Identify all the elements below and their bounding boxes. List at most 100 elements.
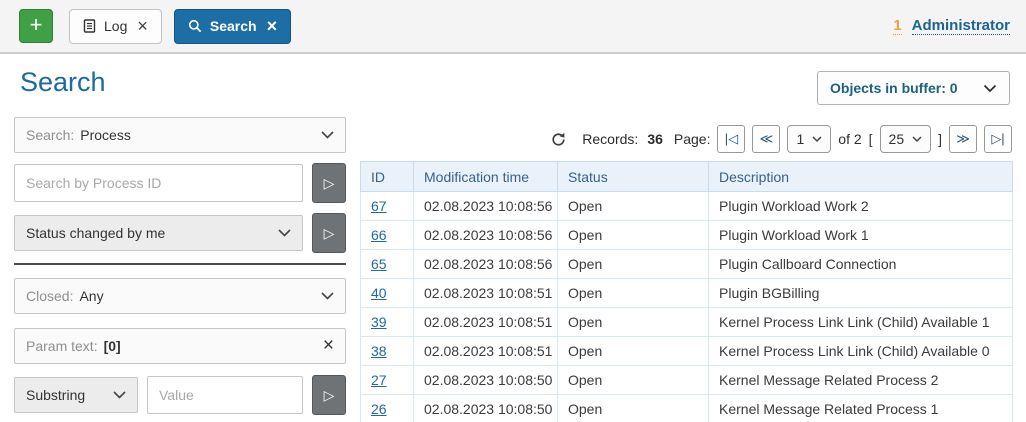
records-label: Records: [582,131,638,147]
cell-description: Plugin Callboard Connection [709,250,1013,279]
add-tab-button[interactable]: + [19,9,53,43]
column-header-status[interactable]: Status [558,162,709,192]
cell-description: Plugin Workload Work 1 [709,221,1013,250]
first-page-button[interactable]: |◁ [717,125,745,153]
next-page-button[interactable]: ≫ [949,125,977,153]
table-row: 27 02.08.2023 10:08:50 Open Kernel Messa… [361,366,1013,395]
param-text-filter[interactable]: Param text: [0] × [14,328,346,364]
refresh-icon[interactable] [550,131,567,148]
process-id-input[interactable] [14,164,303,202]
tab-search[interactable]: Search × [174,9,291,44]
search-type-value: Process [80,127,131,143]
cell-status: Open [558,395,709,422]
cell-status: Open [558,279,709,308]
process-id-link[interactable]: 67 [371,198,387,214]
table-row: 67 02.08.2023 10:08:56 Open Plugin Workl… [361,192,1013,221]
process-id-link[interactable]: 39 [371,314,387,330]
close-icon[interactable]: × [267,17,278,35]
cell-modification-time: 02.08.2023 10:08:51 [414,308,558,337]
cell-status: Open [558,337,709,366]
cell-status: Open [558,192,709,221]
chevron-down-icon [113,391,126,399]
page-title: Search [20,67,106,98]
table-row: 39 02.08.2023 10:08:51 Open Kernel Proce… [361,308,1013,337]
last-page-button[interactable]: ▷| [984,125,1012,153]
cell-id: 66 [361,221,414,250]
cell-description: Kernel Message Related Process 2 [709,366,1013,395]
prev-page-button[interactable]: ≪ [752,125,780,153]
param-text-label: Param text: [26,338,98,354]
status-changed-select[interactable]: Status changed by me [14,215,303,251]
table-row: 38 02.08.2023 10:08:51 Open Kernel Proce… [361,337,1013,366]
cell-id: 39 [361,308,414,337]
chevron-down-icon [983,84,997,93]
cell-id: 38 [361,337,414,366]
notification-count-badge[interactable]: 1 [893,17,901,35]
column-header-id[interactable]: ID [361,162,414,192]
cell-description: Kernel Process Link Link (Child) Availab… [709,337,1013,366]
param-value-input[interactable] [147,376,303,414]
user-area: 1 Administrator [893,17,1014,35]
chevron-down-icon [321,292,334,300]
closed-value: Any [79,288,103,304]
process-id-link[interactable]: 38 [371,343,387,359]
process-id-search-button[interactable]: ▷ [312,163,346,203]
main-content: Search: Process ▷ Status changed by me [0,109,1026,422]
cell-id: 27 [361,366,414,395]
column-header-modification-time[interactable]: Modification time [414,162,558,192]
cell-modification-time: 02.08.2023 10:08:56 [414,250,558,279]
cell-modification-time: 02.08.2023 10:08:51 [414,337,558,366]
cell-status: Open [558,250,709,279]
match-mode-select[interactable]: Substring [14,377,138,413]
close-icon[interactable]: × [323,335,334,357]
chevron-down-icon [912,136,922,143]
objects-in-buffer-button[interactable]: Objects in buffer: 0 [817,71,1010,105]
close-icon[interactable]: × [137,17,148,35]
cell-description: Kernel Process Link Link (Child) Availab… [709,308,1013,337]
top-tab-bar: + Log × Search × 1 Administrator [0,0,1026,54]
tab-log[interactable]: Log × [69,9,162,44]
search-type-select[interactable]: Search: Process [14,117,346,153]
chevron-down-icon [278,229,291,237]
table-row: 40 02.08.2023 10:08:51 Open Plugin BGBil… [361,279,1013,308]
closed-label: Closed: [26,288,73,304]
results-area: Records: 36 Page: |◁ ≪ 1 of 2 [ 25 ] ≫ ▷… [360,109,1013,422]
cell-status: Open [558,221,709,250]
cell-id: 40 [361,279,414,308]
page-number-value: 1 [796,131,804,147]
table-row: 66 02.08.2023 10:08:56 Open Plugin Workl… [361,221,1013,250]
cell-id: 67 [361,192,414,221]
process-id-link[interactable]: 40 [371,285,387,301]
process-id-link[interactable]: 27 [371,372,387,388]
search-filters-panel: Search: Process ▷ Status changed by me [14,117,346,422]
page-label: Page: [674,131,711,147]
status-changed-search-button[interactable]: ▷ [312,213,346,253]
column-header-description[interactable]: Description [709,162,1013,192]
table-row: 65 02.08.2023 10:08:56 Open Plugin Callb… [361,250,1013,279]
filter-divider [14,263,346,265]
process-id-link[interactable]: 66 [371,227,387,243]
page-number-select[interactable]: 1 [787,125,831,153]
submit-arrow-icon: ▷ [324,387,335,404]
tab-log-label: Log [104,18,127,34]
cell-modification-time: 02.08.2023 10:08:50 [414,366,558,395]
param-search-button[interactable]: ▷ [312,375,346,415]
param-text-value: [0] [104,338,121,354]
page-size-select[interactable]: 25 [880,125,932,153]
page-header: Search Objects in buffer: 0 [0,54,1026,109]
process-id-link[interactable]: 65 [371,256,387,272]
cell-modification-time: 02.08.2023 10:08:50 [414,395,558,422]
cell-description: Kernel Message Related Process 1 [709,395,1013,422]
process-id-link[interactable]: 26 [371,401,387,417]
current-user-link[interactable]: Administrator [912,17,1010,35]
page-total-label: of 2 [838,131,861,147]
objects-in-buffer-label: Objects in buffer: 0 [830,80,958,96]
submit-arrow-icon: ▷ [324,175,335,192]
closed-select[interactable]: Closed: Any [14,278,346,314]
search-icon [188,19,202,33]
chevron-down-icon [812,136,822,143]
chevron-down-icon [321,131,334,139]
cell-modification-time: 02.08.2023 10:08:56 [414,192,558,221]
plus-icon: + [30,12,43,37]
cell-modification-time: 02.08.2023 10:08:56 [414,221,558,250]
